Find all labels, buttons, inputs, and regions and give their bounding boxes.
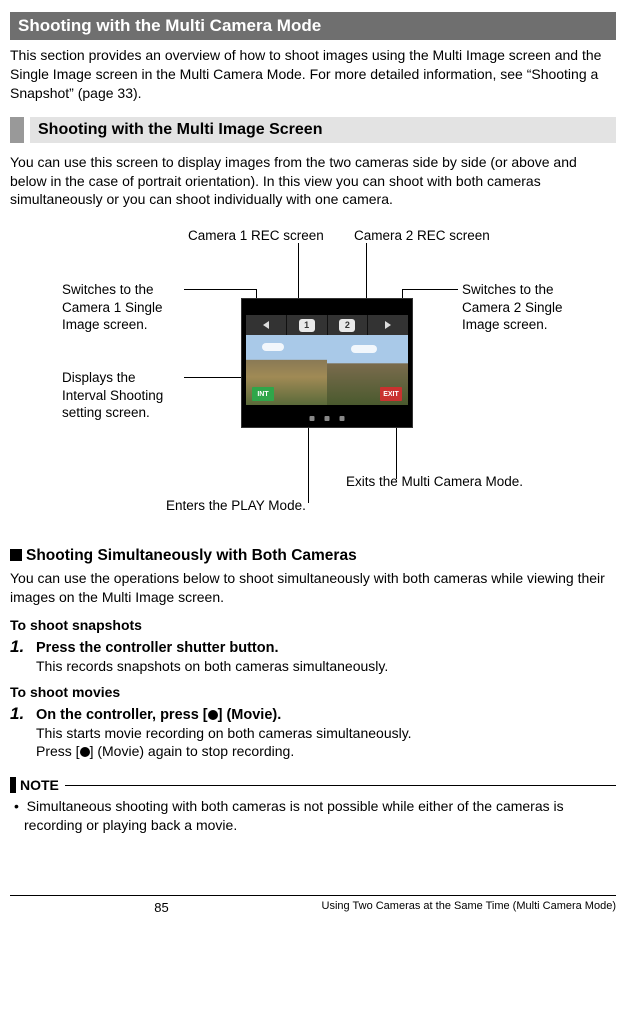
note-body: • Simultaneous shooting with both camera… bbox=[10, 797, 616, 835]
step-title-part-a: On the controller, press [ bbox=[36, 707, 208, 723]
record-dot-icon bbox=[80, 747, 90, 757]
label-interval: Displays the Interval Shooting setting s… bbox=[62, 369, 182, 422]
leader-line bbox=[366, 243, 367, 299]
bottom-indicator-dots bbox=[310, 416, 345, 421]
step-body-1: This starts movie recording on both came… bbox=[36, 725, 616, 741]
step-title: Press the controller shutter button. bbox=[36, 640, 279, 656]
screen-top-strip: 1 2 bbox=[246, 315, 408, 335]
arrow-left-icon bbox=[246, 315, 287, 335]
cam2-badge: 2 bbox=[328, 315, 369, 335]
label-switch-cam1: Switches to the Camera 1 Single Image sc… bbox=[62, 281, 182, 334]
section1-body: You can use this screen to display image… bbox=[10, 153, 616, 210]
page-title-bar: Shooting with the Multi Camera Mode bbox=[10, 12, 616, 40]
note-label: NOTE bbox=[20, 777, 59, 793]
label-cam1-rec: Camera 1 REC screen bbox=[188, 227, 324, 245]
step-title: On the controller, press [ ] (Movie). bbox=[36, 707, 281, 723]
leader-line bbox=[308, 427, 309, 503]
to-shoot-snapshots-heading: To shoot snapshots bbox=[10, 617, 616, 633]
label-cam2-rec: Camera 2 REC screen bbox=[354, 227, 490, 245]
multi-image-diagram: Camera 1 REC screen Camera 2 REC screen … bbox=[10, 221, 616, 531]
note-rule bbox=[65, 785, 616, 786]
leader-line bbox=[184, 289, 256, 290]
arrow-right-icon bbox=[368, 315, 408, 335]
camera-screen-mock: 1 2 INT EXIT bbox=[242, 299, 412, 427]
subsection-heading-text: Shooting Simultaneously with Both Camera… bbox=[26, 547, 357, 564]
subsection-heading: Shooting Simultaneously with Both Camera… bbox=[10, 547, 616, 565]
label-exit: Exits the Multi Camera Mode. bbox=[346, 473, 523, 491]
movie-step-1: 1. On the controller, press [] (Movie). … bbox=[10, 706, 616, 759]
photo-row: INT EXIT bbox=[246, 335, 408, 405]
step-number: 1. bbox=[10, 704, 24, 724]
note-heading: NOTE bbox=[10, 777, 616, 793]
step-number: 1. bbox=[10, 637, 24, 657]
square-bullet-icon bbox=[10, 549, 22, 561]
leader-line bbox=[298, 243, 299, 299]
intro-paragraph: This section provides an overview of how… bbox=[10, 46, 616, 103]
note-bar-icon bbox=[10, 777, 16, 793]
to-shoot-movies-heading: To shoot movies bbox=[10, 684, 616, 700]
subsection-body: You can use the operations below to shoo… bbox=[10, 569, 616, 607]
footer-text: Using Two Cameras at the Same Time (Mult… bbox=[313, 900, 616, 913]
step-body-2: Press [ ] (Movie) again to stop recording… bbox=[36, 743, 616, 759]
label-switch-cam2: Switches to the Camera 2 Single Image sc… bbox=[462, 281, 582, 334]
leader-line bbox=[184, 377, 242, 378]
exit-badge: EXIT bbox=[380, 387, 402, 401]
leader-line bbox=[402, 289, 458, 290]
snapshot-step-1: 1. Press the controller shutter button. … bbox=[10, 639, 616, 674]
page-number: 85 bbox=[10, 900, 313, 915]
page-footer: 85 Using Two Cameras at the Same Time (M… bbox=[10, 895, 616, 915]
leader-line bbox=[396, 421, 397, 479]
step-title-part-b: ] (Movie). bbox=[218, 707, 282, 723]
section-heading-text: Shooting with the Multi Image Screen bbox=[30, 117, 616, 143]
cam1-badge: 1 bbox=[287, 315, 328, 335]
section-bar-icon bbox=[10, 117, 24, 143]
label-play: Enters the PLAY Mode. bbox=[166, 497, 306, 515]
section-heading-multi-image: Shooting with the Multi Image Screen bbox=[10, 117, 616, 143]
record-dot-icon bbox=[208, 710, 218, 720]
step-body-2a: Press [ bbox=[36, 743, 80, 759]
step-body-2b: ] (Movie) again to stop recording. bbox=[90, 743, 295, 759]
int-badge: INT bbox=[252, 387, 274, 401]
step-body: This records snapshots on both cameras s… bbox=[36, 658, 616, 674]
